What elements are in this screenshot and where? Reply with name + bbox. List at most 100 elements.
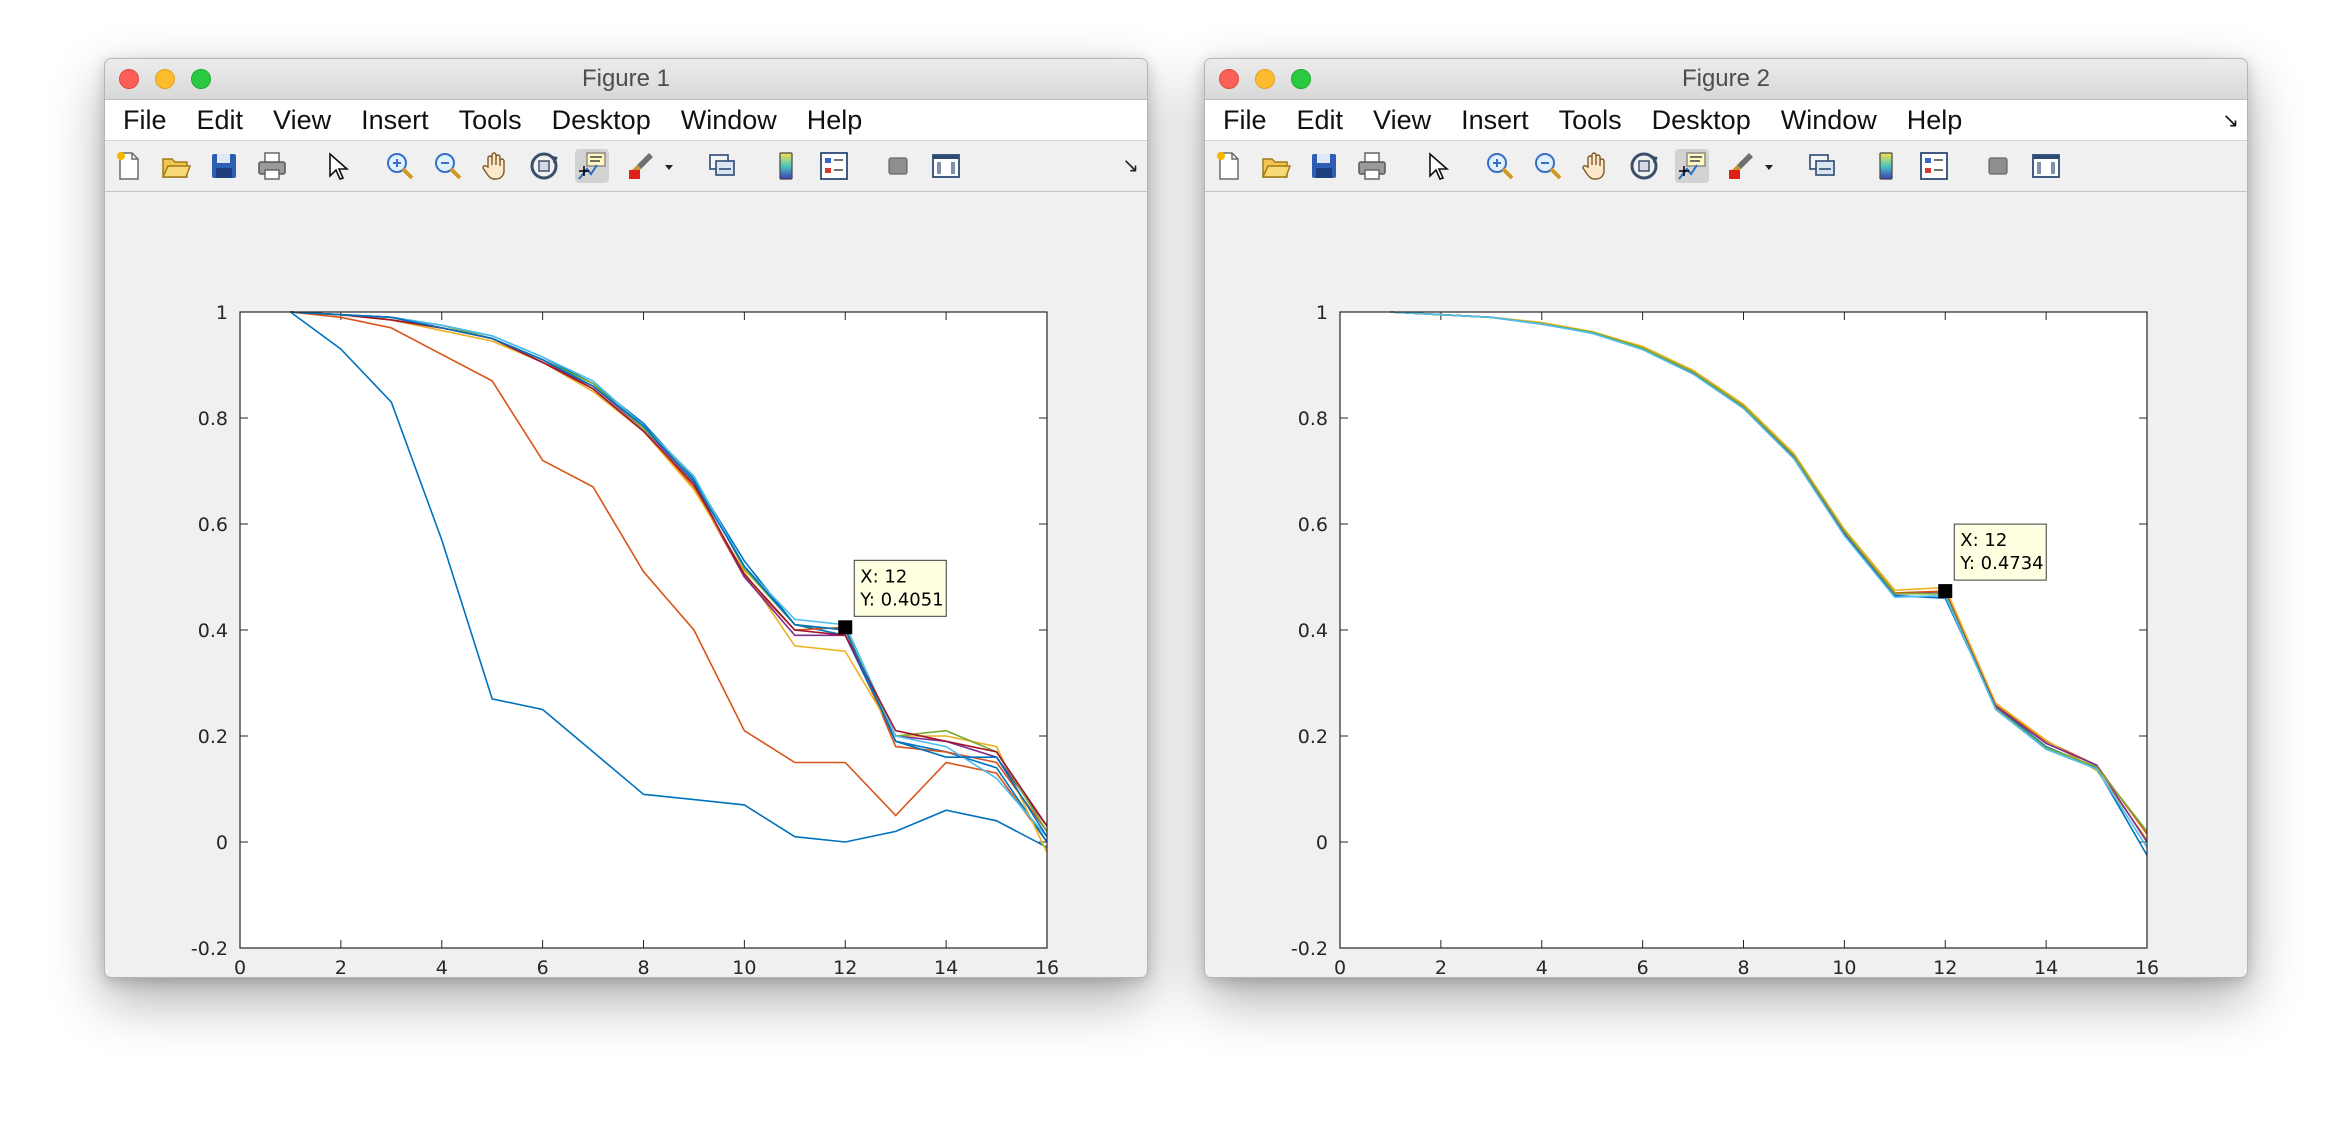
x-tick-label: 12 (833, 957, 857, 976)
print-icon[interactable] (255, 149, 289, 183)
x-tick-label: 6 (537, 957, 549, 976)
x-tick-label: 14 (2034, 957, 2058, 976)
axes-background (240, 312, 1047, 948)
colorbar-icon[interactable] (1869, 149, 1903, 183)
open-file-icon[interactable] (1259, 149, 1293, 183)
window-titlebar[interactable]: Figure 1 (105, 59, 1147, 100)
menu-edit[interactable]: Edit (187, 105, 264, 136)
toolbar-dock-glyph[interactable]: ↘ (1122, 153, 1139, 178)
datatip-y-label: Y: 0.4051 (859, 589, 943, 610)
menu-file[interactable]: File (113, 105, 187, 136)
x-tick-label: 6 (1637, 957, 1649, 976)
y-tick-label: 0.4 (198, 620, 228, 642)
menu-desktop[interactable]: Desktop (1642, 105, 1771, 136)
minimize-button[interactable] (1255, 69, 1275, 89)
plot-area[interactable]: 0 2 4 6 8 10 12 14 16 -0.2 0 0.2 0.4 0.6 0.8 1 X: 12 Y: 0… (105, 190, 1147, 976)
save-icon[interactable] (207, 149, 241, 183)
zoom-button[interactable] (1291, 69, 1311, 89)
legend-icon[interactable] (817, 149, 851, 183)
x-tick-label: 0 (234, 957, 246, 976)
close-button[interactable] (1219, 69, 1239, 89)
new-figure-icon[interactable] (1211, 149, 1245, 183)
plot-area[interactable]: 0 2 4 6 8 10 12 14 16 -0.2 0 0.2 0.4 0.6 0.8 1 X: 12 Y: 0… (1205, 190, 2247, 976)
menu-file[interactable]: File (1213, 105, 1287, 136)
minimize-button[interactable] (155, 69, 175, 89)
line-plot[interactable]: 0 2 4 6 8 10 12 14 16 -0.2 0 0.2 0.4 0.6 0.8 1 X: 12Y: 0… (105, 190, 1147, 976)
menu-edit[interactable]: Edit (1287, 105, 1364, 136)
hide-plot-tools-icon[interactable] (1981, 149, 2015, 183)
rotate-3d-icon[interactable] (527, 149, 561, 183)
link-plot-icon[interactable] (1805, 149, 1839, 183)
y-tick-label: -0.2 (1291, 938, 1328, 960)
print-icon[interactable] (1355, 149, 1389, 183)
x-tick-label: 10 (1832, 957, 1856, 976)
y-tick-label: 1 (216, 302, 228, 324)
menu-desktop[interactable]: Desktop (542, 105, 671, 136)
open-file-icon[interactable] (159, 149, 193, 183)
y-tick-label: 0.8 (1298, 408, 1328, 430)
edit-plot-arrow-icon[interactable] (1419, 149, 1453, 183)
menu-bar: File Edit View Insert Tools Desktop Wind… (1205, 100, 2247, 141)
x-tick-label: 16 (1035, 957, 1059, 976)
data-cursor-icon[interactable] (1675, 149, 1709, 183)
hide-plot-tools-icon[interactable] (881, 149, 915, 183)
close-button[interactable] (119, 69, 139, 89)
y-tick-label: 0.2 (198, 726, 228, 748)
menu-help[interactable]: Help (1897, 105, 1983, 136)
legend-icon[interactable] (1917, 149, 1951, 183)
datatip-y-label: Y: 0.4734 (1959, 553, 2043, 574)
datatip-marker (1938, 584, 1953, 599)
brush-dropdown-icon[interactable] (661, 149, 677, 183)
colorbar-icon[interactable] (769, 149, 803, 183)
brush-icon[interactable] (1723, 149, 1757, 183)
figure-toolbar (1205, 141, 2247, 192)
x-tick-label: 0 (1334, 957, 1346, 976)
pan-hand-icon[interactable] (479, 149, 513, 183)
pan-hand-icon[interactable] (1579, 149, 1613, 183)
show-plot-tools-icon[interactable] (929, 149, 963, 183)
x-tick-label: 8 (637, 957, 649, 976)
window-title: Figure 2 (1681, 65, 1771, 92)
menu-bar: File Edit View Insert Tools Desktop Wind… (105, 100, 1147, 141)
brush-icon[interactable] (623, 149, 657, 183)
menu-tools[interactable]: Tools (1549, 105, 1642, 136)
menu-dock-glyph[interactable]: ↘ (2222, 108, 2239, 133)
window-titlebar[interactable]: Figure 2 (1205, 59, 2247, 100)
menu-window[interactable]: Window (1771, 105, 1897, 136)
zoom-button[interactable] (191, 69, 211, 89)
x-tick-label: 16 (2135, 957, 2159, 976)
datatip-x-label: X: 12 (860, 566, 907, 587)
figure-toolbar: ↘ (105, 141, 1147, 192)
y-tick-label: 0.6 (1298, 514, 1328, 536)
data-cursor-icon[interactable] (575, 149, 609, 183)
x-tick-label: 10 (732, 957, 756, 976)
zoom-out-icon[interactable] (431, 149, 465, 183)
y-tick-label: 0 (216, 832, 228, 854)
zoom-in-icon[interactable] (1483, 149, 1517, 183)
menu-help[interactable]: Help (797, 105, 883, 136)
menu-view[interactable]: View (263, 105, 351, 136)
y-tick-label: 0.4 (1298, 620, 1328, 642)
menu-view[interactable]: View (1363, 105, 1451, 136)
link-plot-icon[interactable] (705, 149, 739, 183)
zoom-out-icon[interactable] (1531, 149, 1565, 183)
menu-insert[interactable]: Insert (1451, 105, 1549, 136)
menu-window[interactable]: Window (671, 105, 797, 136)
y-tick-label: 0.6 (198, 514, 228, 536)
x-tick-label: 2 (335, 957, 347, 976)
rotate-3d-icon[interactable] (1627, 149, 1661, 183)
menu-tools[interactable]: Tools (449, 105, 542, 136)
brush-dropdown-icon[interactable] (1761, 149, 1777, 183)
datatip-x-label: X: 12 (1960, 530, 2007, 551)
new-figure-icon[interactable] (111, 149, 145, 183)
x-tick-label: 4 (436, 957, 448, 976)
x-tick-label: 4 (1536, 957, 1548, 976)
menu-insert[interactable]: Insert (351, 105, 449, 136)
save-icon[interactable] (1307, 149, 1341, 183)
line-plot[interactable]: 0 2 4 6 8 10 12 14 16 -0.2 0 0.2 0.4 0.6 0.8 1 X: 12Y: 0… (1205, 190, 2247, 976)
edit-plot-arrow-icon[interactable] (319, 149, 353, 183)
show-plot-tools-icon[interactable] (2029, 149, 2063, 183)
figure-1-window: Figure 1 File Edit View Insert Tools Des… (104, 58, 1148, 978)
zoom-in-icon[interactable] (383, 149, 417, 183)
x-tick-label: 2 (1435, 957, 1447, 976)
